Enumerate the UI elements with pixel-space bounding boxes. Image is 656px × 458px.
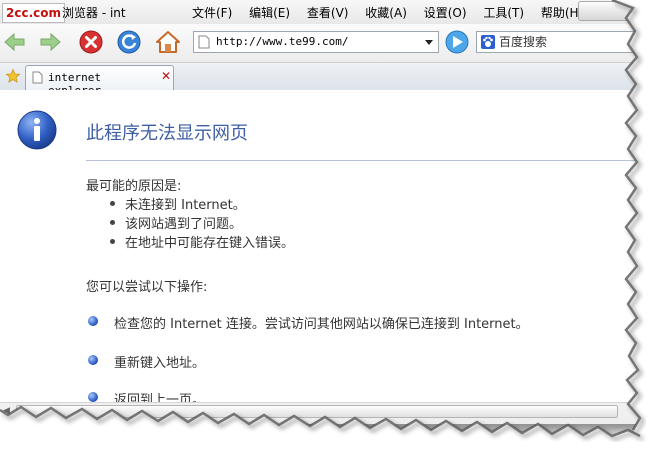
torn-edge-decoration	[0, 0, 656, 458]
